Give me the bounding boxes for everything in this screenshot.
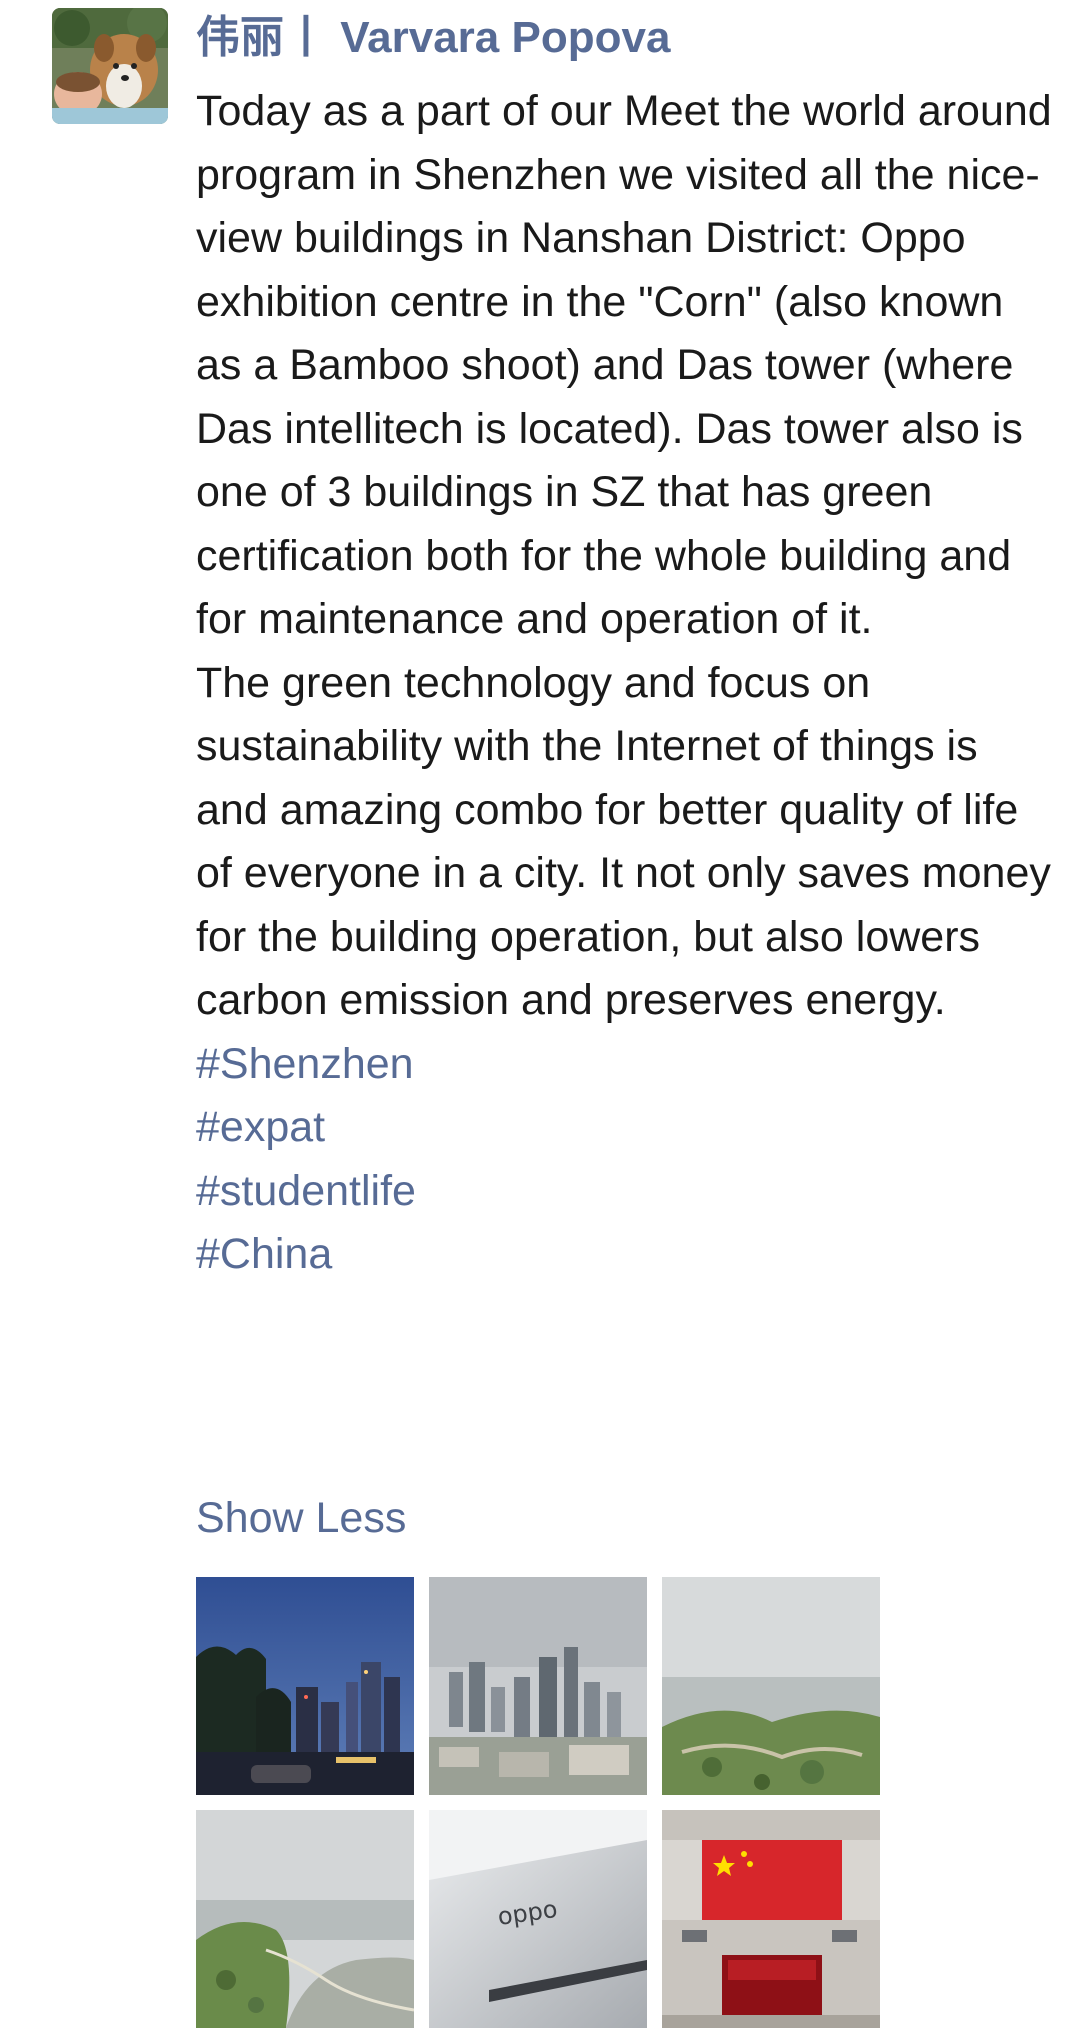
- photo-thumbnail[interactable]: [196, 1810, 414, 2028]
- hashtag-link[interactable]: #expat: [196, 1096, 1056, 1160]
- photo-coastline: [196, 1810, 414, 2028]
- hashtag-link[interactable]: #Shenzhen: [196, 1033, 1056, 1097]
- photo-flag-screen: [662, 1810, 880, 2028]
- photo-skyline-aerial: [429, 1577, 647, 1795]
- avatar-dog-photo-icon: [52, 8, 168, 124]
- photo-thumbnail[interactable]: [196, 1577, 414, 1795]
- post-paragraph: Today as a part of our Meet the world ar…: [196, 87, 1052, 643]
- photo-thumbnail[interactable]: oppo: [429, 1810, 647, 2028]
- photo-bay-park: [662, 1577, 880, 1795]
- photo-thumbnail[interactable]: [662, 1810, 880, 2028]
- photo-thumbnail[interactable]: [662, 1577, 880, 1795]
- hashtag-link[interactable]: #studentlife: [196, 1160, 1056, 1224]
- photo-oppo-sign: oppo: [429, 1810, 647, 2028]
- author-name[interactable]: 伟丽丨 Varvara Popova: [196, 8, 670, 68]
- photo-night-city: [196, 1577, 414, 1795]
- show-less-button[interactable]: Show Less: [196, 1488, 406, 1548]
- photo-grid: oppo: [196, 1577, 880, 2028]
- avatar[interactable]: [52, 8, 168, 124]
- hashtag-link[interactable]: #China: [196, 1223, 1056, 1287]
- photo-thumbnail[interactable]: [429, 1577, 647, 1795]
- post-body: Today as a part of our Meet the world ar…: [196, 80, 1056, 1287]
- post-paragraph: The green technology and focus on sustai…: [196, 658, 1051, 1025]
